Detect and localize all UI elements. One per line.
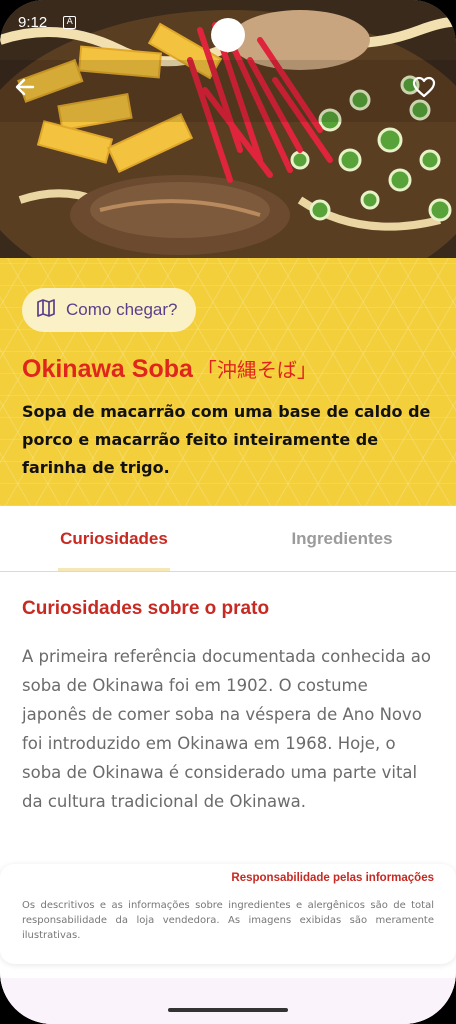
- tab-selected-indicator: [58, 568, 170, 571]
- app-screen: 9:12 A Como chegar? Okinawa Soba 「沖縄そば」 …: [0, 0, 456, 1024]
- details-content: Curiosidades Ingredientes Curiosidades s…: [0, 506, 456, 1024]
- navigation-area: [0, 978, 456, 1024]
- tab-ingredientes[interactable]: Ingredientes: [228, 506, 456, 572]
- app-bar-scrim: [0, 60, 456, 122]
- disclaimer-card: Responsabilidade pelas informações Os de…: [0, 864, 456, 964]
- dish-info-panel: Como chegar? Okinawa Soba 「沖縄そば」 Sopa de…: [0, 258, 456, 506]
- status-time: 9:12: [18, 13, 48, 31]
- dish-name-japanese: 「沖縄そば」: [196, 358, 317, 382]
- section-title: Curiosidades sobre o prato: [22, 598, 270, 619]
- dish-photo: 9:12 A: [0, 0, 456, 260]
- directions-button[interactable]: Como chegar?: [22, 288, 196, 332]
- disclaimer-title: Responsabilidade pelas informações: [231, 872, 434, 884]
- tab-label: Curiosidades: [60, 529, 168, 548]
- dish-name: Okinawa Soba: [22, 355, 193, 383]
- directions-label: Como chegar?: [66, 300, 178, 319]
- home-indicator[interactable]: [168, 1008, 288, 1012]
- app-notification-icon: A: [63, 15, 77, 29]
- favorite-button[interactable]: [412, 76, 448, 108]
- map-icon: [36, 298, 56, 322]
- camera-cutout: [211, 18, 245, 52]
- section-body: A primeira referência documentada conhec…: [22, 647, 432, 811]
- disclaimer-text: Os descritivos e as informações sobre in…: [22, 900, 434, 941]
- tab-curiosidades[interactable]: Curiosidades: [0, 506, 228, 572]
- dish-description: Sopa de macarrão com uma base de caldo d…: [22, 402, 431, 477]
- dish-title: Okinawa Soba 「沖縄そば」: [22, 354, 317, 384]
- tab-bar: Curiosidades Ingredientes: [0, 506, 456, 572]
- back-button[interactable]: [14, 76, 50, 108]
- tab-label: Ingredientes: [291, 529, 393, 548]
